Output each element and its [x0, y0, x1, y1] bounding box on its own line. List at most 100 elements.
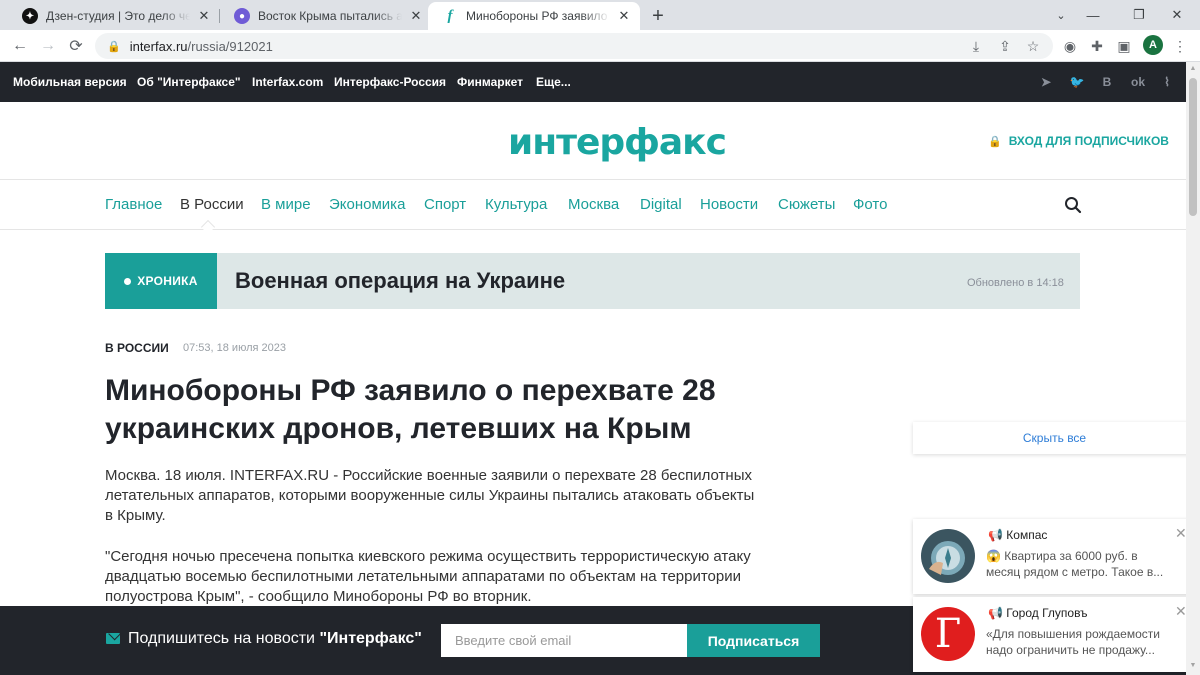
notification-source-name: Город Глуповъ [1006, 606, 1088, 620]
tab-title: Дзен-студия | Это дело чести – [46, 9, 190, 23]
chronicle-badge-label: ХРОНИКА [137, 274, 198, 288]
tab-title: Восток Крыма пытались атаковать [258, 9, 402, 23]
hide-all-notifications-button[interactable]: Скрыть все [913, 422, 1196, 454]
article-paragraph: "Сегодня ночью пресечена попытка киевско… [105, 548, 751, 605]
subscribe-button[interactable]: Подписаться [687, 624, 820, 657]
article-headline: Минобороны РФ заявило о перехвате 28 укр… [105, 374, 716, 445]
topnav-link[interactable]: Об "Интерфаксе" [137, 75, 241, 89]
back-button[interactable]: ← [8, 34, 32, 58]
lock-icon: 🔒 [988, 135, 1002, 148]
gorod-glupov-logo: Г [934, 611, 962, 657]
twitter-icon[interactable]: 🐦 [1068, 73, 1086, 91]
top-navigation: Мобильная версия Об "Интерфаксе" Interfa… [0, 62, 1186, 102]
close-tab-icon[interactable]: ✕ [196, 8, 212, 24]
topnav-link[interactable]: Мобильная версия [13, 75, 127, 89]
notification-source-name: Компас [1006, 528, 1048, 542]
article-paragraph: Москва. 18 июля. INTERFAX.RU - Российски… [105, 467, 755, 524]
rss-icon[interactable]: ⌇ [1158, 73, 1176, 91]
nav-item-main[interactable]: Главное [105, 196, 162, 213]
nav-item-photo[interactable]: Фото [853, 196, 887, 213]
nav-item-world[interactable]: В мире [261, 196, 311, 213]
compass-image-icon [921, 529, 975, 583]
notification-body: «Для повышения рождаемости надо ограничи… [986, 627, 1160, 657]
topnav-link[interactable]: Interfax.com [252, 75, 323, 89]
vk-icon[interactable]: B [1098, 73, 1116, 91]
close-notification-icon[interactable]: ✕ [1175, 603, 1187, 620]
chronicle-updated: Обновлено в 14:18 [967, 277, 1064, 289]
main-navigation: Главное В России В мире Экономика Спорт … [0, 180, 1186, 235]
extensions-puzzle-icon[interactable]: ✚ [1087, 36, 1107, 56]
notification-card[interactable]: Г 📢 Город Глуповъ «Для повышения рождаем… [913, 597, 1196, 672]
site-header: интерфакс 🔒 ВХОД ДЛЯ ПОДПИСЧИКОВ [0, 102, 1186, 180]
logo-text: интерфакс [508, 121, 727, 163]
nav-item-moscow[interactable]: Москва [568, 196, 619, 213]
mail-icon [106, 633, 120, 644]
topnav-link[interactable]: Финмаркет [457, 75, 523, 89]
ok-icon[interactable]: ok [1129, 73, 1147, 91]
browser-tab-active[interactable]: f Минобороны РФ заявило о перехвате ✕ [428, 2, 640, 30]
subscribe-label: Подпишитесь на новости [128, 630, 320, 647]
address-bar[interactable]: 🔒 interfax.ru/russia/912021 [95, 33, 1053, 59]
browser-tab[interactable]: ● Восток Крыма пытались атаковать ✕ [220, 2, 432, 30]
browser-tab-bar: ✦ Дзен-студия | Это дело чести – ✕ ● Вос… [0, 0, 1200, 30]
subscribe-text: Подпишитесь на новости "Интерфакс" [128, 630, 422, 648]
nav-item-russia[interactable]: В России [180, 196, 244, 213]
forward-button[interactable]: → [36, 34, 60, 58]
email-field[interactable]: Введите свой email [441, 624, 687, 657]
tab-title: Минобороны РФ заявило о перехвате [466, 9, 610, 23]
interfax-favicon: f [447, 7, 453, 24]
close-tab-icon[interactable]: ✕ [616, 8, 632, 24]
close-notification-icon[interactable]: ✕ [1175, 525, 1187, 542]
live-dot-icon [124, 277, 132, 285]
chronicle-banner[interactable]: ХРОНИКА Военная операция на Украине Обно… [105, 253, 1080, 309]
nav-item-digital[interactable]: Digital [640, 196, 682, 213]
page-scrollbar[interactable]: ▲ ▼ [1186, 62, 1200, 675]
notification-avatar [921, 529, 975, 583]
nav-item-news[interactable]: Новости [700, 196, 758, 213]
site-favicon: ● [234, 8, 250, 24]
scrollbar-thumb[interactable] [1189, 78, 1197, 216]
search-icon[interactable] [1064, 196, 1082, 214]
share-icon[interactable]: ⇪ [995, 36, 1015, 56]
notification-body: 😱 Квартира за 6000 руб. в месяц рядом с … [986, 549, 1164, 579]
dzen-favicon: ✦ [22, 8, 38, 24]
reload-button[interactable]: ⟳ [64, 34, 88, 58]
browser-tab[interactable]: ✦ Дзен-студия | Это дело чести – ✕ [8, 2, 220, 30]
article-date: 07:53, 18 июля 2023 [183, 342, 286, 354]
subscribe-brand: "Интерфакс" [319, 630, 422, 647]
url-path: /russia/912021 [187, 38, 273, 54]
article-rubric[interactable]: В РОССИИ [105, 341, 169, 355]
notification-card[interactable]: 📢 Компас 😱 Квартира за 6000 руб. в месяц… [913, 519, 1196, 594]
nav-item-culture[interactable]: Культура [485, 196, 547, 213]
menu-kebab-icon[interactable]: ⋮ [1170, 36, 1190, 56]
active-nav-indicator [200, 219, 216, 235]
url-host: interfax.ru [129, 38, 188, 54]
topnav-link[interactable]: Интерфакс-Россия [334, 75, 446, 89]
scroll-down-arrow-icon[interactable]: ▼ [1189, 662, 1197, 669]
close-window-button[interactable]: ✕ [1154, 0, 1200, 30]
browser-toolbar: ← → ⟳ 🔒 interfax.ru/russia/912021 ⤓ ⇪ ☆ … [0, 30, 1200, 62]
telegram-icon[interactable]: ➤ [1037, 73, 1055, 91]
scroll-up-arrow-icon[interactable]: ▲ [1189, 65, 1197, 72]
profile-avatar[interactable]: A [1143, 35, 1163, 55]
topnav-link[interactable]: Еще... [536, 75, 571, 89]
notification-avatar: Г [921, 607, 975, 661]
login-label: ВХОД ДЛЯ ПОДПИСЧИКОВ [1008, 134, 1169, 148]
subscriber-login-link[interactable]: 🔒 ВХОД ДЛЯ ПОДПИСЧИКОВ [988, 134, 1169, 148]
notification-source: 📢 Компас [988, 528, 1048, 542]
interfax-logo[interactable]: интерфакс [508, 120, 727, 164]
side-panel-icon[interactable]: ▣ [1114, 36, 1134, 56]
close-tab-icon[interactable]: ✕ [408, 8, 424, 24]
nav-item-sport[interactable]: Спорт [424, 196, 466, 213]
bookmark-star-icon[interactable]: ☆ [1023, 36, 1043, 56]
extension-icon[interactable]: ◉ [1060, 36, 1080, 56]
new-tab-button[interactable]: + [646, 4, 670, 28]
nav-item-economy[interactable]: Экономика [329, 196, 405, 213]
nav-item-stories[interactable]: Сюжеты [778, 196, 835, 213]
chronicle-badge: ХРОНИКА [105, 253, 217, 309]
notification-source: 📢 Город Глуповъ [988, 606, 1088, 620]
chronicle-title[interactable]: Военная операция на Украине [235, 268, 565, 294]
minimize-button[interactable]: — [1070, 0, 1116, 30]
install-icon[interactable]: ⤓ [966, 36, 986, 56]
lock-icon: 🔒 [107, 40, 121, 53]
